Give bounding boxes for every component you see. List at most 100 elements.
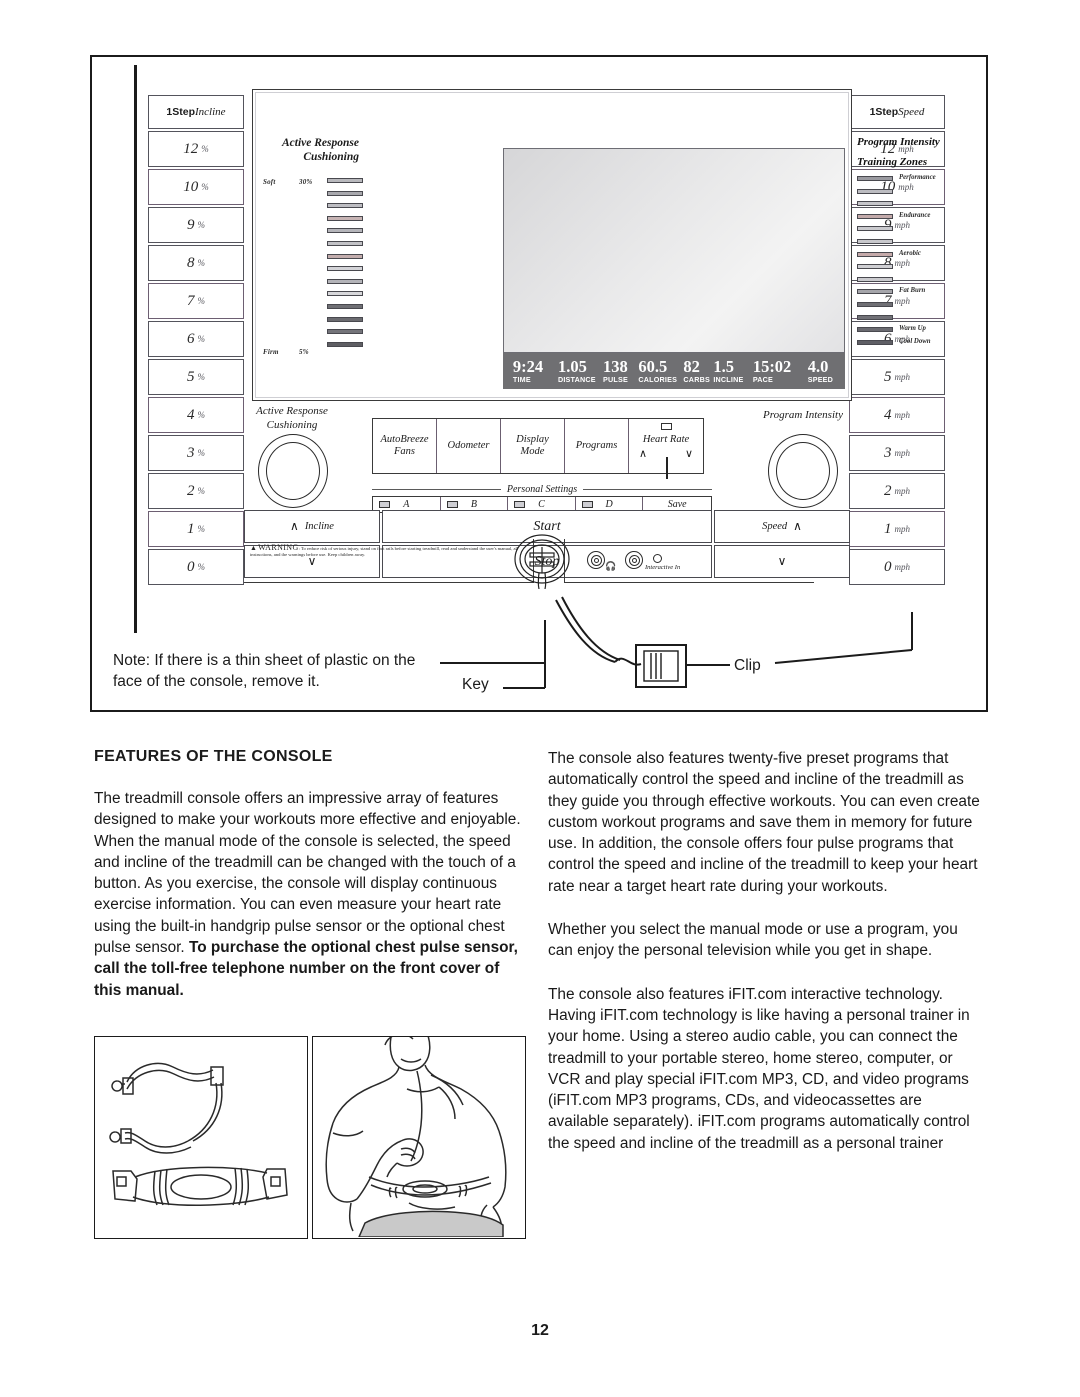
readout-value: 9:24: [512, 357, 544, 376]
treadmill-console-diagram: 1Step Incline 12% 10% 9% 8% 7% 6% 5% 4% 3% 2% 1% 0% …: [134, 65, 946, 635]
audio-jack-icon[interactable]: [587, 551, 605, 569]
intensity-bar-1: [857, 176, 893, 181]
cushioning-bar-11: [327, 304, 363, 309]
ladder-header-incline: 1Step Incline: [148, 95, 244, 129]
incline-header-italic: Incline: [195, 106, 226, 118]
key-12[interactable]: 12%: [148, 131, 244, 167]
warning-text: ▲ WARNING: To reduce risk of serious inj…: [250, 544, 524, 558]
key-3[interactable]: 3 mph: [849, 435, 945, 471]
key-value: 4: [884, 406, 892, 423]
key-unit: %: [197, 486, 206, 496]
key-unit: %: [197, 448, 206, 458]
key-unit: mph: [894, 562, 911, 572]
readout-label: CALORIES: [638, 375, 678, 384]
setting-label: B: [470, 499, 477, 510]
cushioning-bar-13: [327, 329, 363, 335]
program-intensity-panel: Program Intensity Training Zones Perform…: [853, 110, 981, 400]
readout-value: 15:02: [752, 357, 792, 376]
interactive-in-jack-icon[interactable]: [625, 551, 643, 569]
key-value: 2: [187, 482, 195, 499]
key-unit: %: [197, 410, 206, 420]
cushioning-bar-8: [327, 266, 363, 272]
key-2[interactable]: 2%: [148, 473, 244, 509]
key-1[interactable]: 1%: [148, 511, 244, 547]
readout-pace: 15:02 PACE: [753, 358, 792, 384]
console-warning-strip: ▲ WARNING: To reduce risk of serious inj…: [244, 534, 856, 589]
key-0[interactable]: 0 mph: [849, 549, 945, 585]
plastic-sheet-note: Note: If there is a thin sheet of plasti…: [113, 652, 416, 690]
readout-value: 138: [603, 357, 628, 376]
left-paragraph-normal: The treadmill console offers an impressi…: [94, 790, 521, 957]
right-paragraph-2: Whether you select the manual mode or us…: [548, 921, 958, 960]
readout-incline: 1.5 INCLINE: [713, 358, 743, 384]
button-programs[interactable]: Programs: [565, 419, 629, 473]
zone-label-warm-up: Warm Up: [899, 325, 926, 333]
key-0[interactable]: 0%: [148, 549, 244, 585]
interactive-in-label: Interactive In: [645, 564, 681, 571]
readout-speed: 4.0 SPEED: [808, 358, 833, 384]
lcd-display-screen: [503, 148, 845, 353]
key-value: 3: [187, 444, 195, 461]
button-odometer[interactable]: Odometer: [437, 419, 501, 473]
chevron-down-icon[interactable]: ∨: [685, 448, 693, 460]
cushioning-dial[interactable]: [258, 434, 328, 508]
chevron-up-icon[interactable]: ∧: [639, 448, 647, 460]
page-title: FEATURES OF THE CONSOLE: [94, 748, 333, 765]
key-unit: %: [201, 182, 209, 192]
readout-value: 1.5: [713, 357, 734, 376]
cushioning-firm-label: Firm: [263, 348, 279, 356]
setting-led-icon: [379, 501, 390, 508]
zone-label-fat-burn: Fat Burn: [899, 287, 926, 295]
zone-label-endurance: Endurance: [899, 211, 931, 219]
key-value: 4: [187, 406, 195, 423]
readout-value: 4.0: [807, 357, 829, 376]
lcd-readout-bar: 9:24 TIME 1.05 DISTANCE 138 PULSE 60.5 CALORIES…: [503, 353, 845, 389]
cushioning-bar-5: [327, 228, 363, 234]
key-unit: %: [197, 562, 206, 572]
readout-label: PULSE: [603, 375, 629, 384]
key-2[interactable]: 2 mph: [849, 473, 945, 509]
key-4[interactable]: 4%: [148, 397, 244, 433]
key-6[interactable]: 6%: [148, 321, 244, 357]
cushioning-soft-value: 30%: [299, 178, 313, 186]
key-unit: %: [197, 258, 206, 268]
chevron-up-icon: ∧: [793, 519, 802, 533]
chevron-up-icon: ∧: [290, 519, 299, 533]
readout-time: 9:24 TIME: [513, 358, 543, 384]
key-7[interactable]: 7%: [148, 283, 244, 319]
key-value: 0: [187, 558, 195, 575]
clip-callout-label: Clip: [734, 657, 761, 674]
jack-panel: 🎧 Interactive In: [564, 539, 814, 583]
key-value: 6: [187, 330, 195, 347]
readout-distance: 1.05 DISTANCE: [558, 358, 596, 384]
program-intensity-dial[interactable]: [768, 434, 838, 508]
key-3[interactable]: 3%: [148, 435, 244, 471]
key-unit: %: [197, 372, 206, 382]
setting-led-icon: [446, 501, 458, 508]
key-9[interactable]: 9%: [148, 207, 244, 243]
readout-label: PACE: [752, 375, 774, 384]
button-display[interactable]: Display Mode: [501, 419, 565, 473]
upper-console-panel: Active Response Cushioning Soft 30% Firm…: [252, 89, 940, 401]
key-value: 8: [187, 254, 195, 271]
zone-label-cool-down: Cool Down: [899, 337, 931, 345]
key-10[interactable]: 10%: [148, 169, 244, 205]
button-autobreeze[interactable]: AutoBreeze Fans: [373, 419, 437, 473]
readout-value: 82: [683, 357, 700, 376]
setting-label: C: [538, 499, 545, 510]
key-callout-label: Key: [462, 676, 489, 693]
heart-rate-led-icon: [660, 423, 672, 430]
right-paragraph-3: The console also features iFIT.com inter…: [548, 985, 970, 1152]
key-unit: mph: [894, 410, 911, 420]
lower-console-panel: Active Response Cushioning Program Inten…: [244, 405, 856, 578]
key-unit: %: [197, 524, 206, 534]
key-unit: mph: [894, 448, 911, 458]
key-1[interactable]: 1 mph: [849, 511, 945, 547]
intensity-bar-7: [857, 251, 893, 257]
key-5[interactable]: 5%: [148, 359, 244, 395]
safety-key-illustration: [512, 533, 572, 589]
intensity-bar-2: [857, 188, 893, 194]
button-heart-rate[interactable]: Heart Rate ∧ ∨: [629, 419, 703, 479]
key-8[interactable]: 8%: [148, 245, 244, 281]
chest-strap-worn-figure: [312, 1036, 526, 1239]
